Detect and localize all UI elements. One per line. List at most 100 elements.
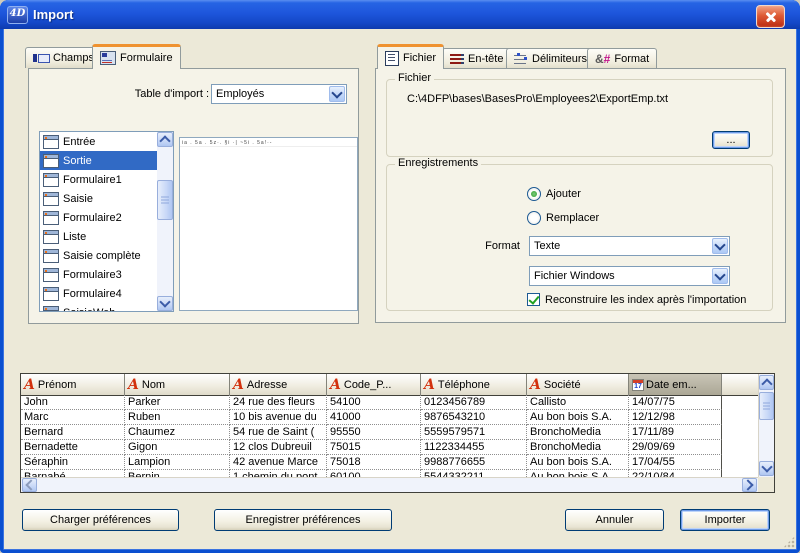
scrollbar-thumb[interactable] [157, 180, 173, 220]
load-preferences-button[interactable]: Charger préférences [22, 509, 179, 531]
tab-delimiteurs[interactable]: Délimiteurs [506, 48, 595, 69]
import-button[interactable]: Importer [680, 509, 770, 531]
list-item[interactable]: SaisieWeb [40, 303, 157, 312]
scroll-up-button[interactable] [759, 375, 774, 390]
column-header-societe[interactable]: ASociété [527, 374, 629, 395]
alpha-field-icon: A [530, 379, 541, 391]
file-path: C:\4DFP\bases\BasesPro\Employees2\Export… [407, 93, 668, 105]
scroll-up-button[interactable] [157, 132, 173, 147]
cancel-button[interactable]: Annuler [565, 509, 664, 531]
column-header-filler [722, 374, 758, 395]
tab-entete[interactable]: En-tête [442, 48, 511, 69]
enregistrements-group-title: Enregistrements [395, 157, 481, 169]
column-header-adresse[interactable]: AAdresse [230, 374, 327, 395]
chevron-right-icon [742, 479, 753, 490]
scroll-down-button[interactable] [157, 296, 173, 311]
list-item[interactable]: Formulaire3 [40, 265, 157, 284]
scroll-right-button[interactable] [742, 478, 757, 492]
alpha-field-icon: A [24, 379, 35, 391]
save-preferences-button[interactable]: Enregistrer préférences [214, 509, 392, 531]
format-dropdown-button[interactable] [712, 238, 728, 254]
table-row[interactable]: BernadetteGigon12 clos Dubreuil750151122… [21, 440, 758, 455]
list-item[interactable]: Liste [40, 227, 157, 246]
cell: 5559579571 [421, 425, 527, 440]
fichier-group: Fichier C:\4DFP\bases\BasesPro\Employees… [386, 79, 773, 157]
browse-button-label: ... [726, 134, 735, 146]
cell: 14/07/75 [629, 395, 722, 410]
forms-list[interactable]: Entrée Sortie Formulaire1 Saisie Formula… [39, 131, 174, 312]
table-row[interactable]: SéraphinLampion42 avenue Marce7501899887… [21, 455, 758, 470]
tab-format[interactable]: &# Format [587, 48, 657, 69]
list-item[interactable]: Formulaire4 [40, 284, 157, 303]
cancel-label: Annuler [596, 514, 634, 526]
chevron-down-icon [714, 239, 725, 250]
tab-champs[interactable]: Champs [25, 47, 102, 68]
rebuild-index-label: Reconstruire les index après l'importati… [545, 294, 746, 306]
form-icon [43, 230, 59, 244]
form-icon [43, 135, 59, 149]
table-row[interactable]: BernardChaumez54 rue de Saint (955505559… [21, 425, 758, 440]
cell: 9988776655 [421, 455, 527, 470]
cell: Callisto [527, 395, 629, 410]
cell: 12/12/98 [629, 410, 722, 425]
alpha-field-icon: A [330, 379, 341, 391]
radio-ajouter[interactable]: Ajouter [527, 187, 581, 201]
cell: 75018 [327, 455, 421, 470]
column-header-prenom[interactable]: APrénom [21, 374, 125, 395]
list-item[interactable]: Formulaire1 [40, 170, 157, 189]
table-import-dropdown-button[interactable] [329, 86, 345, 102]
cell: Bernadette [21, 440, 125, 455]
column-header-telephone[interactable]: ATéléphone [421, 374, 527, 395]
table-row-partial[interactable]: BarnabéBernin1 chemin du pont60100554433… [21, 470, 758, 477]
cell: Bernard [21, 425, 125, 440]
format-select[interactable]: Texte [529, 236, 730, 256]
title-bar[interactable]: Import [0, 0, 800, 29]
table-row[interactable]: JohnParker24 rue des fleurs5410001234567… [21, 395, 758, 410]
list-item[interactable]: Entrée [40, 132, 157, 151]
forms-list-scrollbar[interactable] [157, 132, 173, 311]
table-import-select[interactable]: Employés [211, 84, 347, 104]
tab-formulaire[interactable]: Formulaire [92, 44, 181, 69]
chevron-up-icon [159, 135, 170, 146]
file-format-dropdown-button[interactable] [712, 268, 728, 284]
checkbox-checked-icon[interactable] [527, 293, 540, 306]
tab-format-label: Format [614, 53, 649, 65]
table-row[interactable]: MarcRuben10 bis avenue du410009876543210… [21, 410, 758, 425]
radio-selected-icon[interactable] [527, 187, 541, 201]
column-header-date-selected[interactable]: Date em... [629, 374, 722, 395]
4d-app-icon [7, 6, 28, 24]
list-item[interactable]: Formulaire2 [40, 208, 157, 227]
tab-entete-label: En-tête [468, 53, 503, 65]
data-preview-table: APrénom ANom AAdresse ACode_P... ATéléph… [20, 373, 775, 493]
column-header-code-postal[interactable]: ACode_P... [327, 374, 421, 395]
cell: 95550 [327, 425, 421, 440]
form-icon [43, 287, 59, 301]
radio-unselected-icon[interactable] [527, 211, 541, 225]
resize-grip-icon[interactable] [783, 536, 795, 548]
scroll-left-button[interactable] [22, 478, 37, 492]
cell: Au bon bois S.A. [527, 455, 629, 470]
scroll-down-button[interactable] [759, 461, 774, 476]
tab-fichier[interactable]: Fichier [377, 44, 444, 69]
date-field-icon [632, 379, 644, 391]
rebuild-index-checkbox[interactable]: Reconstruire les index après l'importati… [527, 293, 746, 306]
cell: 29/09/69 [629, 440, 722, 455]
close-icon[interactable] [756, 5, 785, 28]
ampersand-hash-icon: &# [595, 52, 610, 66]
browse-button[interactable]: ... [712, 131, 750, 149]
list-item-selected[interactable]: Sortie [40, 151, 157, 170]
cell: BronchoMedia [527, 425, 629, 440]
scrollbar-thumb[interactable] [759, 392, 774, 420]
cell: 42 avenue Marce [230, 455, 327, 470]
list-item[interactable]: Saisie complète [40, 246, 157, 265]
file-format-select[interactable]: Fichier Windows [529, 266, 730, 286]
table-horizontal-scrollbar[interactable] [21, 477, 758, 492]
column-header-nom[interactable]: ANom [125, 374, 230, 395]
table-vertical-scrollbar[interactable] [758, 374, 774, 477]
list-item[interactable]: Saisie [40, 189, 157, 208]
radio-remplacer[interactable]: Remplacer [527, 211, 599, 225]
column-header-label: Code_P... [344, 379, 392, 391]
header-lines-icon [450, 53, 464, 65]
fichier-pane: Fichier C:\4DFP\bases\BasesPro\Employees… [375, 68, 786, 323]
list-item-label: Formulaire1 [63, 174, 122, 186]
